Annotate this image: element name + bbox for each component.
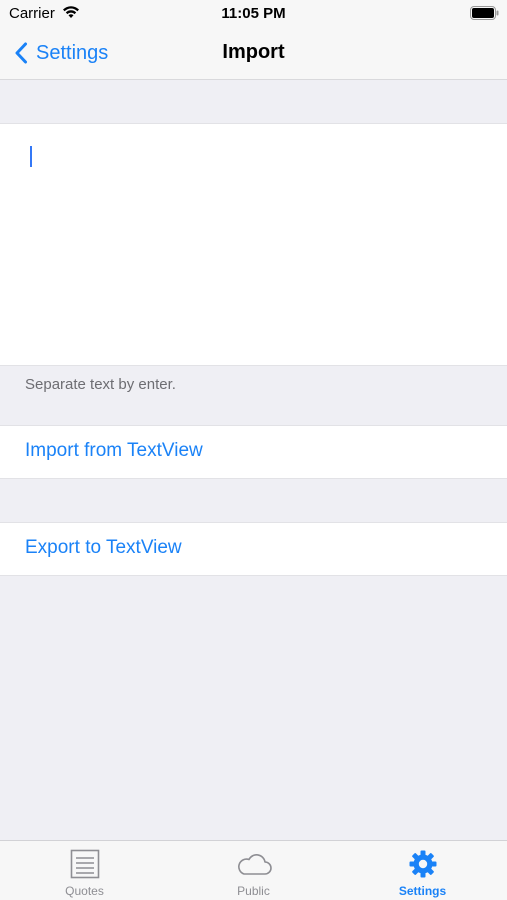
cloud-icon — [237, 854, 272, 875]
text-cursor — [30, 146, 32, 167]
import-label: Import from TextView — [25, 440, 203, 461]
tab-label-quotes: Quotes — [65, 884, 104, 898]
tab-label-public: Public — [237, 884, 270, 898]
status-bar: Carrier 11:05 PM — [0, 0, 507, 28]
tab-bar: Quotes Public Settings — [0, 840, 507, 900]
list-icon — [70, 849, 99, 879]
gear-icon — [409, 850, 436, 878]
import-from-textview-button[interactable]: Import from TextView — [0, 425, 507, 479]
battery-icon — [470, 6, 499, 20]
tab-public[interactable]: Public — [169, 841, 338, 900]
import-screen: Carrier 11:05 PM Settings Import Separat… — [0, 0, 507, 900]
section-footer-note: Separate text by enter. — [25, 376, 176, 393]
page-title: Import — [222, 41, 285, 63]
export-label: Export to TextView — [25, 537, 182, 558]
export-to-textview-button[interactable]: Export to TextView — [0, 522, 507, 576]
tab-label-settings: Settings — [398, 884, 447, 898]
status-time: 11:05 PM — [221, 5, 286, 22]
tab-quotes[interactable]: Quotes — [0, 841, 169, 900]
import-text-view[interactable] — [0, 123, 507, 366]
tab-settings[interactable]: Settings — [338, 841, 507, 900]
navigation-bar: Settings Import — [0, 28, 507, 80]
